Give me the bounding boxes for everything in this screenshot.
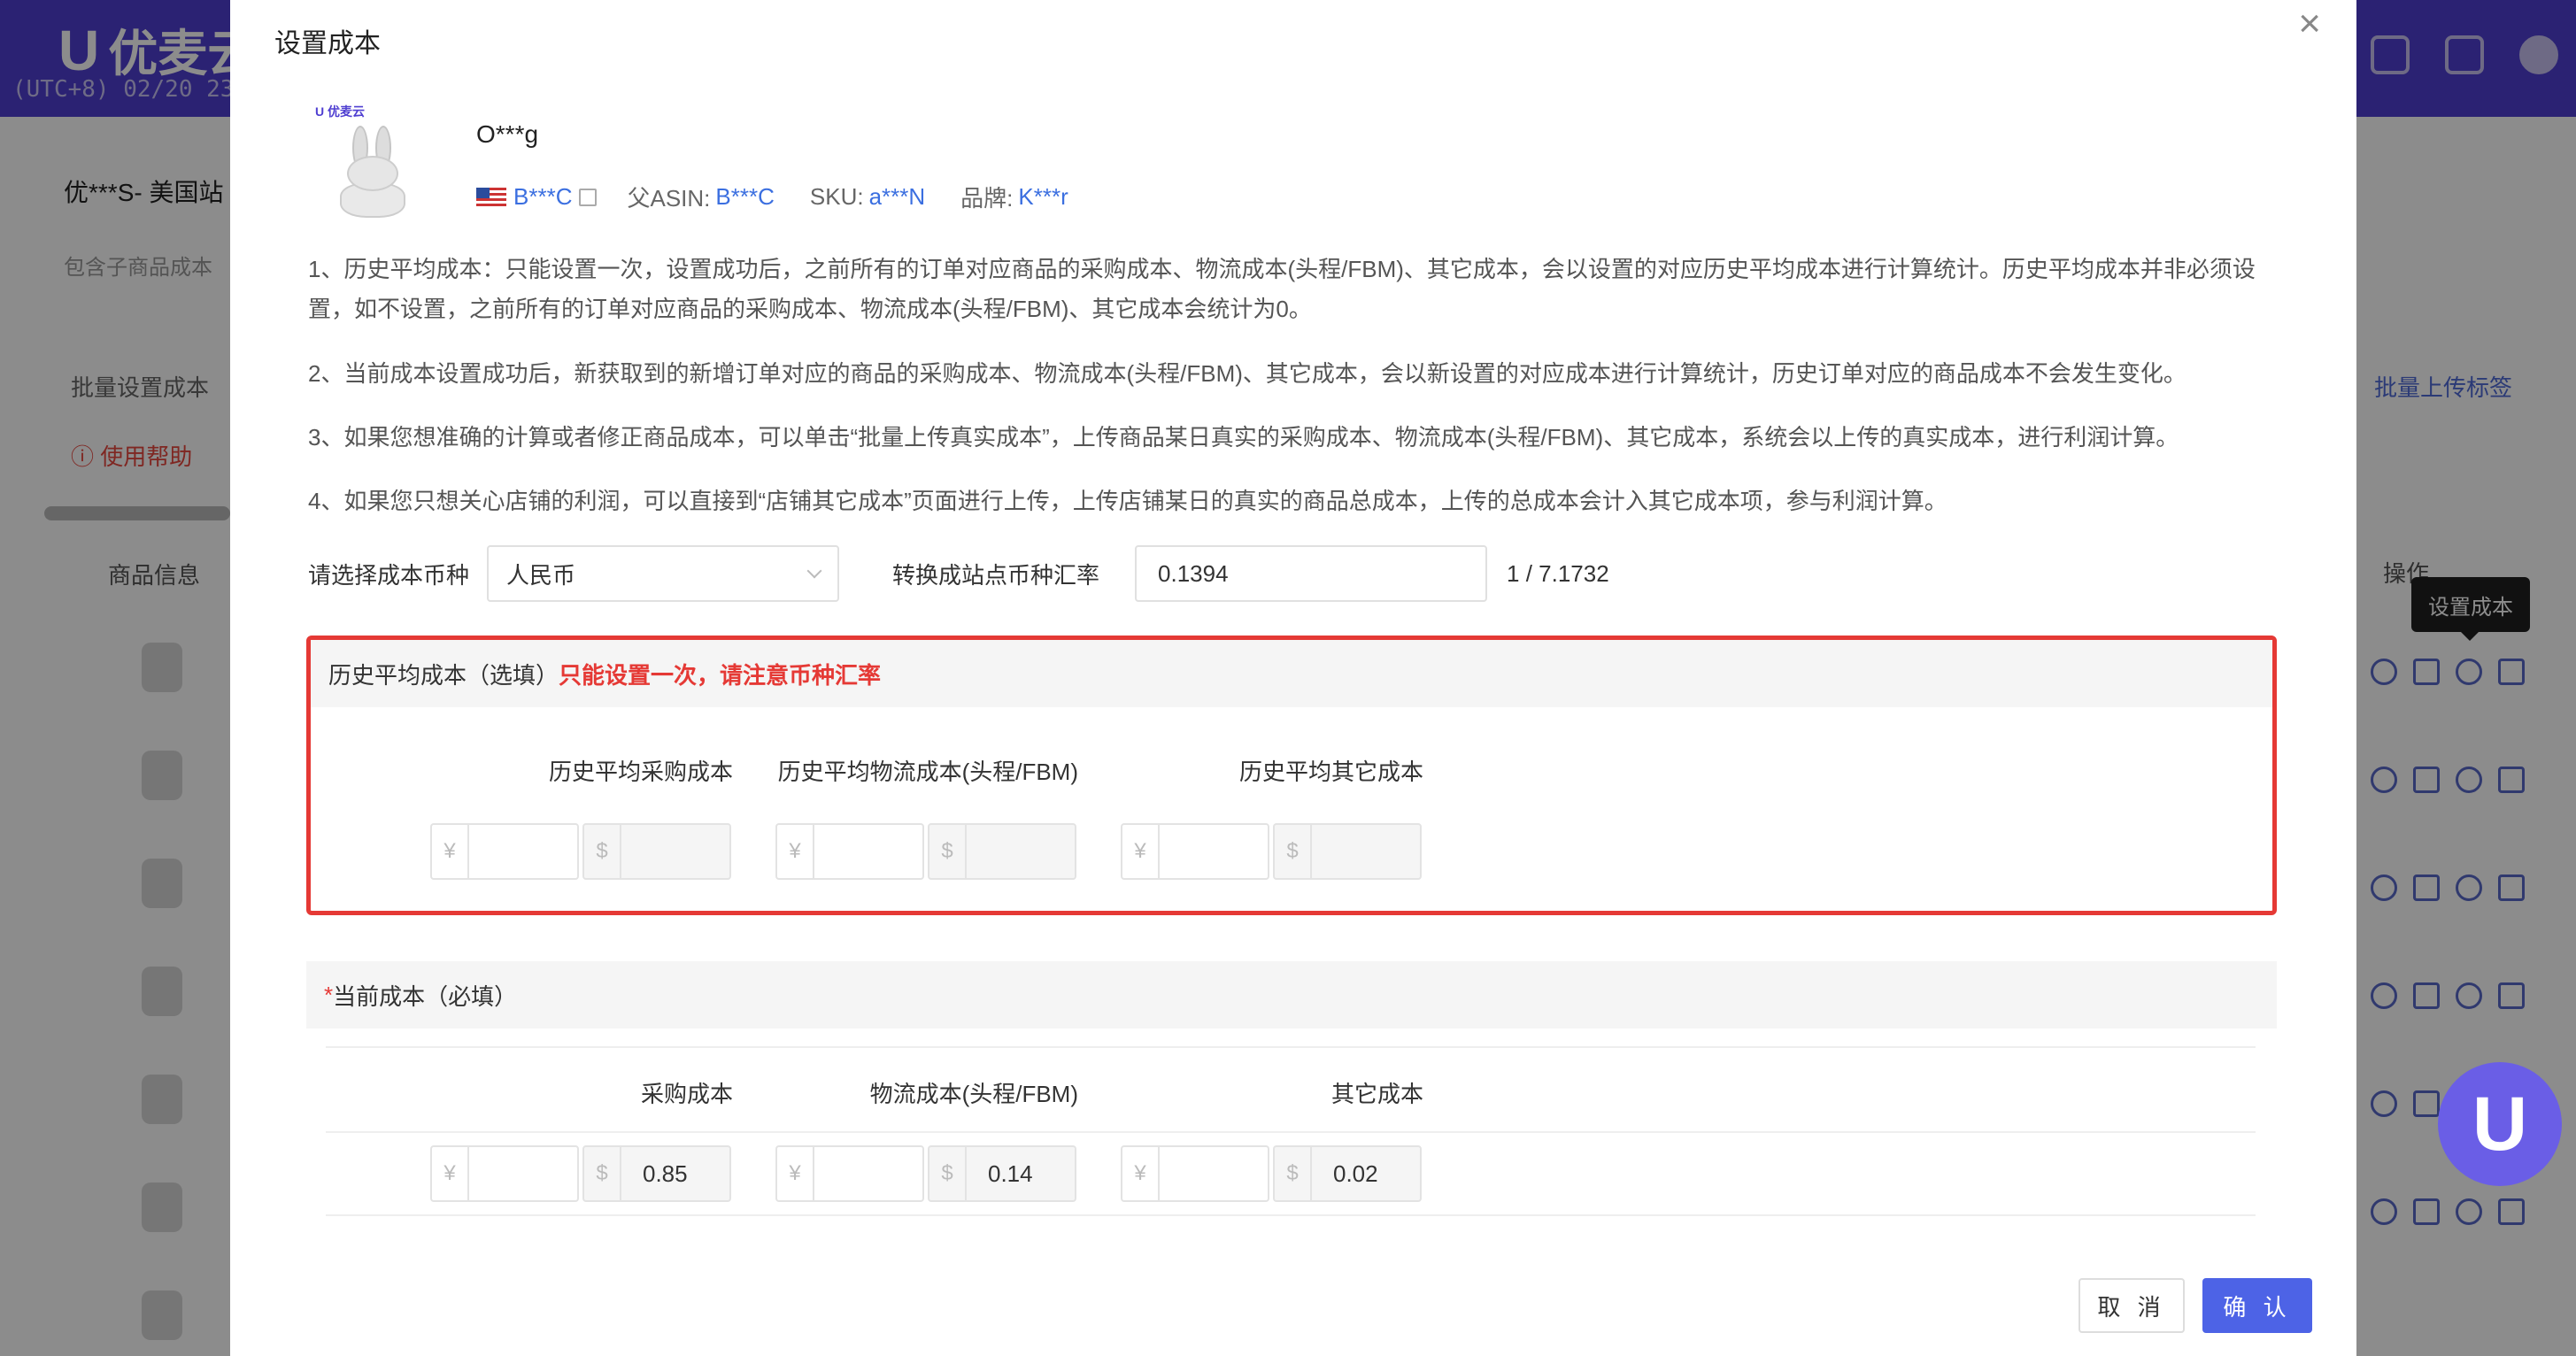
inverse-rate-text: 1 / 7.1732 [1507, 559, 1609, 587]
external-link-icon[interactable] [579, 188, 598, 206]
close-icon[interactable]: × [2298, 2, 2321, 46]
cancel-button[interactable]: 取 消 [2079, 1278, 2185, 1333]
sku-value: a***N [868, 183, 926, 210]
purchase-cny-input[interactable]: ¥ [430, 1145, 579, 1202]
exchange-rate-input[interactable]: 0.1394 [1135, 545, 1488, 602]
product-image: U 优麦云 [315, 103, 425, 221]
hist-purchase-cny-input[interactable]: ¥ [430, 823, 579, 880]
product-meta: B***C 父ASIN: B***C SKU: a***N 品牌: K***r [476, 181, 1068, 213]
parent-asin-value: B***C [715, 183, 775, 210]
divider [326, 1046, 2256, 1048]
hist-other-cny-input[interactable]: ¥ [1121, 823, 1269, 880]
note-1: 1、历史平均成本：只能设置一次，设置成功后，之前所有的订单对应商品的采购成本、物… [308, 256, 2256, 322]
purchase-usd-input: $0.85 [582, 1145, 731, 1202]
parent-asin-label: 父ASIN: [627, 185, 711, 212]
other-cny-input[interactable]: ¥ [1121, 1145, 1269, 1202]
logistics-cost-label: 物流成本(头程/FBM) [869, 1081, 1078, 1107]
divider [326, 1131, 2256, 1133]
plush-rabbit-image [336, 126, 411, 218]
historical-cost-header: 历史平均成本（选填） 只能设置一次，请注意币种汇率 [311, 640, 2272, 707]
historical-cost-warning: 只能设置一次，请注意币种汇率 [559, 661, 882, 689]
confirm-button[interactable]: 确 认 [2202, 1278, 2312, 1333]
logistics-usd-input: $0.14 [928, 1145, 1076, 1202]
logistics-cny-input[interactable]: ¥ [775, 1145, 924, 1202]
product-name: O***g [476, 120, 539, 148]
other-cost-label: 其它成本 [1330, 1081, 1423, 1107]
currency-select[interactable]: 人民币 [487, 545, 840, 602]
asin-link[interactable]: B***C [513, 183, 572, 211]
note-4: 4、如果您只想关心店铺的利润，可以直接到“店铺其它成本”页面进行上传，上传店铺某… [308, 488, 1947, 514]
modal-title: 设置成本 [274, 29, 381, 58]
currency-label: 请选择成本币种 [308, 561, 470, 589]
hist-logistics-usd-input: $ [928, 823, 1076, 880]
exchange-rate-label: 转换成站点币种汇率 [892, 561, 1100, 589]
note-3: 3、如果您想准确的计算或者修正商品成本，可以单击“批量上传真实成本”，上传商品某… [308, 424, 2179, 451]
chevron-down-icon [806, 563, 822, 579]
us-flag-icon [476, 187, 506, 207]
product-image-brand-tag: U 优麦云 [315, 104, 365, 119]
hist-purchase-usd-input: $ [582, 823, 731, 880]
divider [326, 1214, 2256, 1216]
brand-value: K***r [1018, 183, 1068, 210]
sku-label: SKU: [809, 183, 864, 210]
note-2: 2、当前成本设置成功后，新获取到的新增订单对应的商品的采购成本、物流成本(头程/… [308, 360, 2187, 387]
hist-logistics-cost-label: 历史平均物流成本(头程/FBM) [777, 759, 1078, 785]
current-cost-header: * 当前成本（必填） [306, 961, 2277, 1029]
hist-logistics-cny-input[interactable]: ¥ [775, 823, 924, 880]
currency-row: 请选择成本币种 人民币 转换成站点币种汇率 0.1394 1 / 7.1732 [308, 545, 1609, 602]
other-usd-input: $0.02 [1273, 1145, 1422, 1202]
brand-label: 品牌: [960, 185, 1014, 212]
hist-other-cost-label: 历史平均其它成本 [1238, 759, 1423, 785]
hist-other-usd-input: $ [1273, 823, 1422, 880]
assistant-float-button[interactable]: U [2438, 1062, 2562, 1186]
required-mark: * [324, 981, 334, 1008]
set-cost-modal: 设置成本 × U 优麦云 O***g B***C 父ASIN: B***C SK… [230, 0, 2356, 1356]
